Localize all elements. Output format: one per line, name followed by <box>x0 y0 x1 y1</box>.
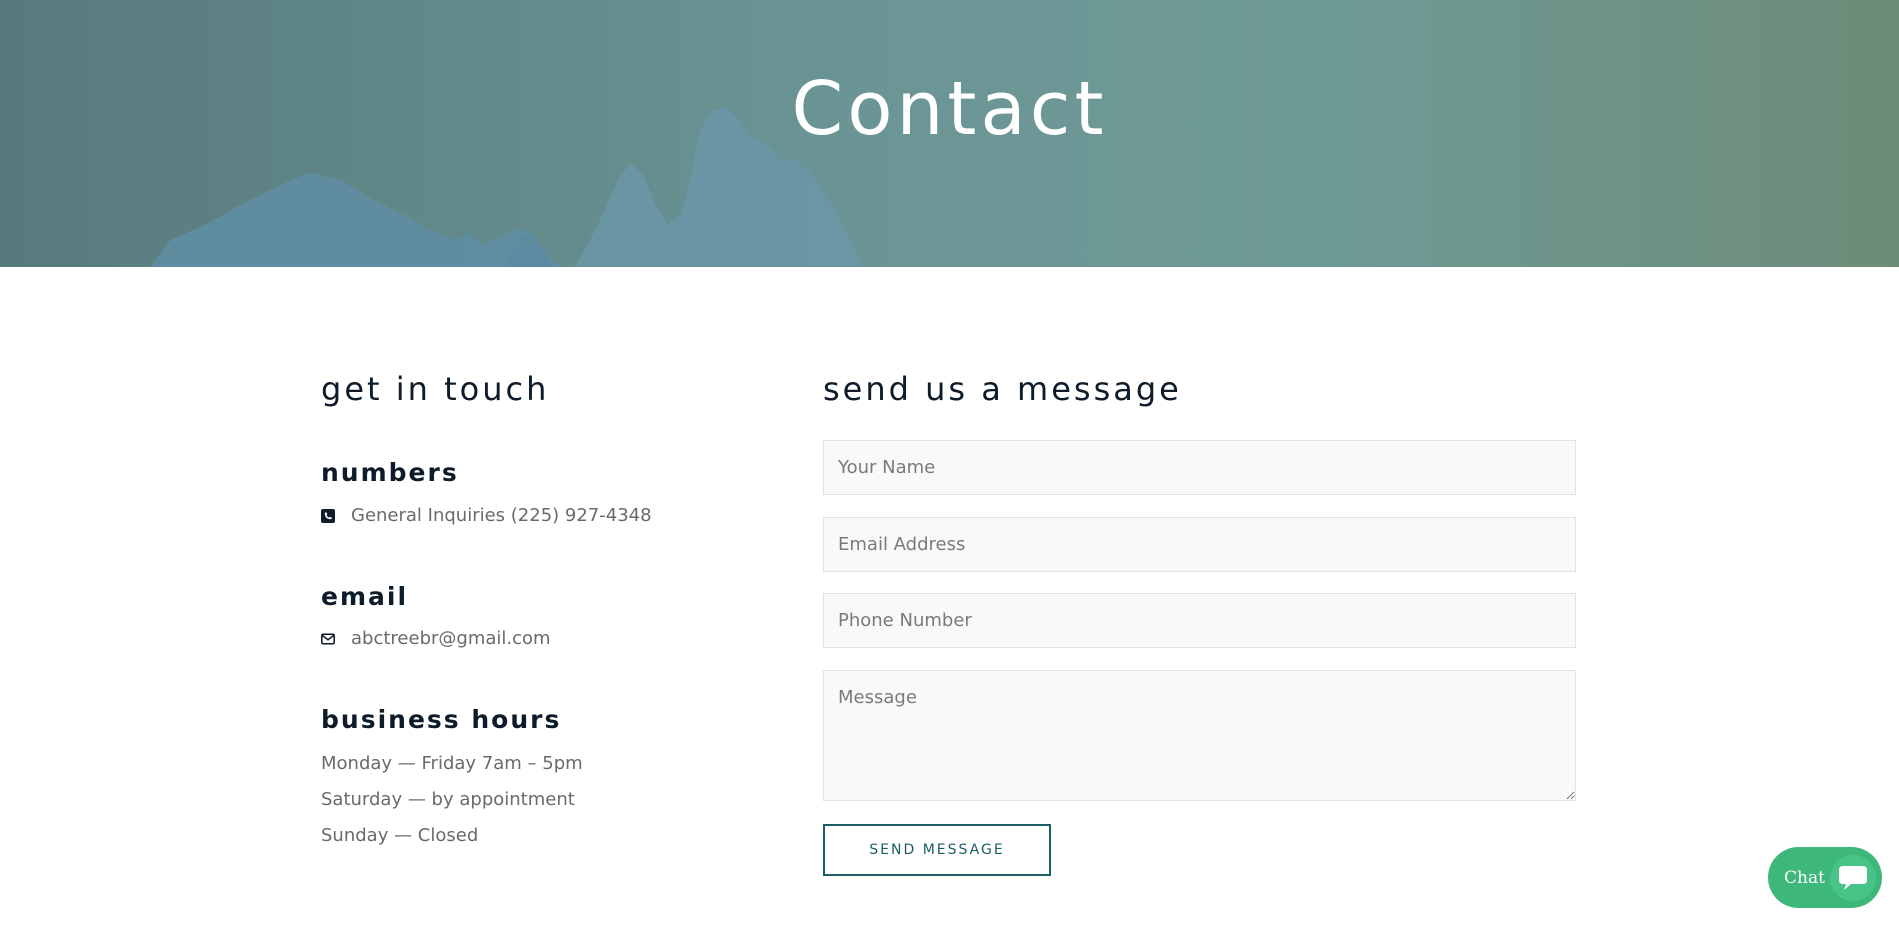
email-info: abctreebr@gmail.com <box>321 628 551 649</box>
contact-form-section: send us a message SEND MESSAGE <box>823 370 1576 876</box>
email-input[interactable] <box>823 517 1576 572</box>
phone-square-icon <box>321 508 335 523</box>
page-title: Contact <box>791 66 1108 152</box>
contact-info-section: get in touch numbers General Inquiries (… <box>321 370 791 846</box>
get-in-touch-heading: get in touch <box>321 370 550 408</box>
hero-banner: Contact <box>0 0 1899 267</box>
hours-sunday: Sunday — Closed <box>321 825 479 846</box>
name-input[interactable] <box>823 440 1576 495</box>
chat-widget-button[interactable]: Chat <box>1768 847 1882 908</box>
chat-label: Chat <box>1784 867 1825 888</box>
numbers-heading: numbers <box>321 458 459 487</box>
send-message-heading: send us a message <box>823 370 1182 408</box>
hours-weekdays: Monday — Friday 7am – 5pm <box>321 753 583 774</box>
hours-saturday: Saturday — by appointment <box>321 789 575 810</box>
business-hours-heading: business hours <box>321 705 562 734</box>
phone-info: General Inquiries (225) 927-4348 <box>321 505 652 526</box>
send-message-button[interactable]: SEND MESSAGE <box>823 824 1051 876</box>
email-heading: email <box>321 582 409 611</box>
message-textarea[interactable] <box>823 670 1576 801</box>
phone-input[interactable] <box>823 593 1576 648</box>
email-link[interactable]: abctreebr@gmail.com <box>351 628 551 649</box>
chat-bubble-icon <box>1830 855 1876 901</box>
envelope-icon <box>321 632 335 646</box>
phone-text: General Inquiries (225) 927-4348 <box>351 505 652 526</box>
